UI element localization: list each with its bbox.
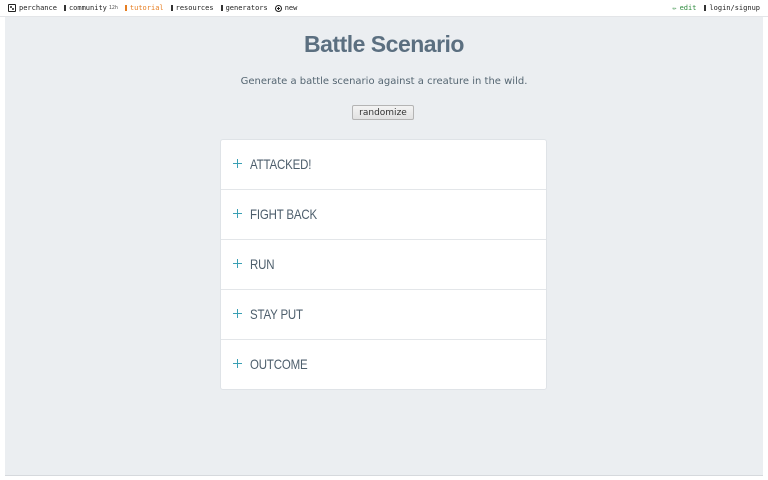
- plus-icon: [233, 209, 242, 218]
- nav-perchance-link[interactable]: perchance: [8, 4, 57, 12]
- plus-icon: [233, 259, 242, 268]
- accordion-item-stay-put[interactable]: STAY PUT: [221, 290, 546, 340]
- accordion-item-outcome[interactable]: OUTCOME: [221, 340, 546, 389]
- nav-login-label: login/signup: [709, 4, 760, 12]
- bar-icon: [124, 5, 127, 11]
- dice-icon: [8, 4, 16, 12]
- accordion-item-fight-back[interactable]: FIGHT BACK: [221, 190, 546, 240]
- plus-circle-icon: [274, 4, 282, 12]
- top-navbar: perchance community 12h tutorial resourc…: [0, 0, 768, 17]
- nav-community-link[interactable]: community 12h: [63, 4, 118, 12]
- scenario-accordion: ATTACKED! FIGHT BACK RUN STAY PUT OUTCOM…: [220, 139, 547, 390]
- plus-icon: [233, 159, 242, 168]
- bar-icon: [63, 5, 66, 11]
- accordion-label: STAY PUT: [250, 306, 303, 322]
- bar-icon: [704, 5, 707, 11]
- accordion-item-attacked[interactable]: ATTACKED!: [221, 140, 546, 190]
- pencil-icon: ✏: [672, 4, 677, 12]
- bar-icon: [220, 5, 223, 11]
- nav-login-link[interactable]: login/signup: [704, 4, 760, 12]
- nav-edit-link[interactable]: ✏ edit: [672, 4, 696, 12]
- nav-perchance-label: perchance: [19, 4, 57, 12]
- nav-left: perchance community 12h tutorial resourc…: [0, 0, 297, 16]
- generator-panel: Battle Scenario Generate a battle scenar…: [5, 17, 763, 476]
- nav-generators-link[interactable]: generators: [220, 4, 268, 12]
- nav-tutorial-label: tutorial: [129, 4, 164, 12]
- nav-edit-label: edit: [679, 4, 697, 12]
- plus-icon: [233, 309, 242, 318]
- nav-community-badge: 12h: [108, 5, 118, 11]
- nav-new-link[interactable]: new: [274, 4, 298, 12]
- nav-resources-label: resources: [175, 4, 214, 12]
- accordion-label: ATTACKED!: [250, 156, 312, 172]
- nav-right: ✏ edit login/signup: [672, 0, 768, 16]
- accordion-item-run[interactable]: RUN: [221, 240, 546, 290]
- randomize-button[interactable]: randomize: [352, 105, 414, 120]
- nav-tutorial-link[interactable]: tutorial: [124, 4, 164, 12]
- nav-new-label: new: [284, 4, 298, 12]
- plus-icon: [233, 359, 242, 368]
- accordion-label: OUTCOME: [250, 356, 308, 372]
- nav-community-label: community: [68, 4, 107, 12]
- accordion-label: FIGHT BACK: [250, 206, 318, 222]
- bar-icon: [170, 5, 173, 11]
- nav-generators-label: generators: [225, 4, 268, 12]
- page-title: Battle Scenario: [304, 31, 464, 57]
- accordion-label: RUN: [250, 256, 275, 272]
- nav-resources-link[interactable]: resources: [170, 4, 214, 12]
- page-subtitle: Generate a battle scenario against a cre…: [240, 76, 528, 87]
